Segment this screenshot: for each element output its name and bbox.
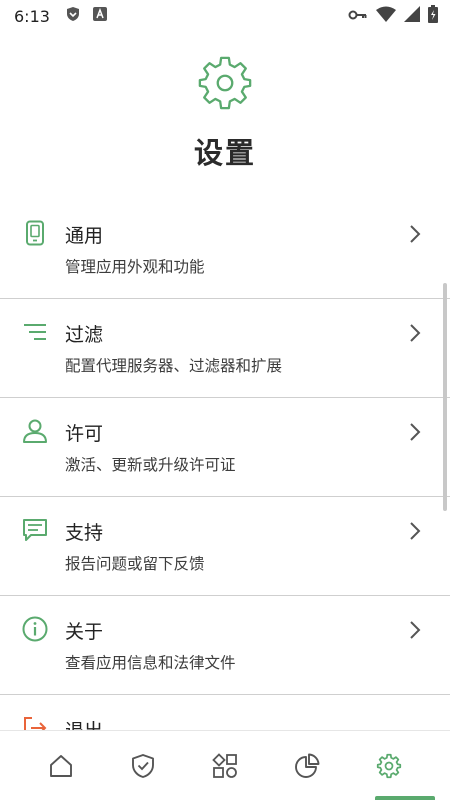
a-icon [92,6,108,26]
scrollbar[interactable] [443,283,447,511]
settings-item-about[interactable]: 关于 查看应用信息和法律文件 [0,596,450,695]
nav-apps-button[interactable] [195,741,255,791]
shield-check-icon [132,753,154,778]
status-time: 6:13 [14,6,50,26]
item-title: 许可 [65,423,104,445]
battery-icon [428,5,438,27]
settings-item-support[interactable]: 支持 报告问题或留下反馈 [0,497,450,596]
settings-item-license[interactable]: 许可 激活、更新或升级许可证 [0,398,450,497]
item-subtitle: 管理应用外观和功能 [65,258,205,276]
chevron-right-icon [410,225,421,243]
item-title: 退出 [65,716,103,730]
bottom-nav [0,730,450,800]
settings-item-logout[interactable]: 退出 [0,695,450,730]
chevron-right-icon [410,324,421,342]
item-title: 关于 [65,621,104,643]
gear-icon [198,56,252,110]
item-title: 过滤 [65,324,104,346]
item-subtitle: 查看应用信息和法律文件 [65,654,236,672]
signal-icon [404,6,420,26]
page-title: 设置 [193,136,256,170]
item-subtitle: 报告问题或留下反馈 [65,555,205,573]
nav-settings-button[interactable] [359,741,419,791]
apps-icon [212,752,237,778]
user-icon [23,419,47,443]
item-title: 通用 [65,225,104,247]
status-bar: 6:13 [0,0,450,32]
home-icon [50,754,72,777]
item-subtitle: 激活、更新或升级许可证 [65,456,236,474]
active-tab-indicator [375,796,435,800]
settings-item-filtering[interactable]: 过滤 配置代理服务器、过滤器和扩展 [0,299,450,398]
stats-icon [295,753,320,778]
settings-gear-icon [376,753,402,778]
chevron-right-icon [410,423,421,441]
nav-stats-button[interactable] [277,741,337,791]
wifi-icon [376,6,396,26]
settings-header: 设置 [0,54,450,172]
key-icon [348,7,368,26]
shield-icon [64,5,82,27]
logout-icon [24,717,47,730]
chat-icon [23,519,47,541]
nav-home-button[interactable] [31,741,91,791]
item-title: 支持 [65,522,104,544]
item-subtitle: 配置代理服务器、过滤器和扩展 [65,357,283,375]
nav-protection-button[interactable] [113,741,173,791]
phone-icon [26,220,44,246]
chevron-right-icon [410,621,421,639]
filter-icon [24,324,46,340]
settings-item-general[interactable]: 通用 管理应用外观和功能 [0,200,450,299]
info-icon [22,616,48,642]
settings-list: 通用 管理应用外观和功能 过滤 配置代理服务器、过滤器和扩展 许可 激活、更新或… [0,200,450,730]
chevron-right-icon [410,522,421,540]
